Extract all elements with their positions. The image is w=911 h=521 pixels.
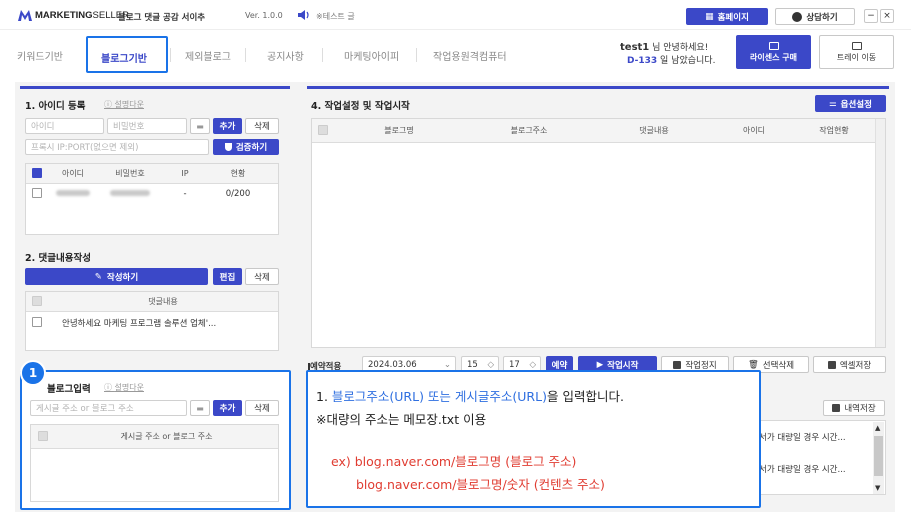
proxy-input[interactable]: 프록시 IP:PORT(없으면 제외) bbox=[25, 139, 209, 155]
tab-marketing-ip[interactable]: 마케팅아이피 bbox=[344, 44, 399, 66]
spinner-icon: ◇ bbox=[529, 359, 536, 370]
edit-button[interactable]: 편집 bbox=[213, 268, 242, 285]
chevron-down-icon: ▼ bbox=[875, 484, 881, 492]
write-button[interactable]: ✎ 작성하기 bbox=[25, 268, 208, 285]
comment-table: 댓글내용 안녕하세요 마케팅 프로그램 솔루션 업체'... bbox=[25, 291, 279, 351]
id-input[interactable]: 아이디 bbox=[25, 118, 104, 134]
select-all-checkbox[interactable] bbox=[32, 167, 42, 178]
work-section-title: 4. 작업설정 및 작업시작 bbox=[311, 101, 410, 112]
options-button[interactable]: ⚌ 옵션설정 bbox=[815, 95, 886, 112]
version-label: Ver. 1.0.0 bbox=[245, 11, 283, 20]
annotation-example-2: blog.naver.com/블로그명/숫자 (컨텐츠 주소) bbox=[356, 477, 605, 492]
close-button[interactable]: × bbox=[880, 9, 894, 23]
app-name: 블로그 댓글 공감 서이추 bbox=[118, 13, 206, 23]
shield-icon bbox=[224, 143, 232, 151]
password-input[interactable]: 비밀번호 bbox=[107, 118, 187, 134]
help-icon: ⓘ bbox=[104, 100, 112, 109]
tab-excluded-blog[interactable]: 제외블로그 bbox=[185, 44, 231, 66]
tab-remote-pc[interactable]: 작업용원격컴퓨터 bbox=[433, 44, 507, 66]
highlight-frame bbox=[20, 370, 291, 510]
tab-notice[interactable]: 공지사항 bbox=[267, 44, 304, 66]
log-save-button[interactable]: 내역저장 bbox=[823, 400, 885, 416]
tab-blog[interactable]: 블로그기반 bbox=[101, 46, 147, 68]
id-delete-button[interactable]: 삭제 bbox=[245, 118, 279, 134]
home-icon: ▦ bbox=[705, 11, 714, 22]
trash-icon: 🗑 bbox=[747, 359, 759, 370]
monitor-icon bbox=[851, 41, 862, 50]
stop-icon bbox=[673, 360, 682, 369]
log-box: 서가 대량일 경우 시간... 서가 대량일 경우 시간... ▲ ▼ bbox=[740, 420, 886, 495]
id-add-button[interactable]: 추가 bbox=[213, 118, 242, 134]
chevron-up-icon: ▲ bbox=[875, 424, 881, 432]
log-line: 서가 대량일 경우 시간... bbox=[759, 465, 846, 475]
logo-icon bbox=[18, 10, 32, 21]
license-icon bbox=[768, 41, 779, 50]
log-line: 서가 대량일 경우 시간... bbox=[759, 433, 846, 443]
table-row[interactable]: - 0/200 bbox=[26, 184, 278, 204]
annotation-line-1: 1. 블로그주소(URL) 또는 게시글주소(URL)을 입력합니다. bbox=[316, 389, 624, 404]
verify-button[interactable]: 검증하기 bbox=[213, 139, 279, 155]
id-table: 아이디 비밀번호 IP 현황 - 0/200 bbox=[25, 163, 279, 235]
work-table-scrollbar[interactable] bbox=[875, 119, 885, 347]
annotation-line-2: ※대량의 주소는 메모장.txt 이용 bbox=[316, 412, 487, 427]
homepage-button[interactable]: ▦ 홈페이지 bbox=[686, 8, 768, 25]
dday-info: D-133 일 남았습니다. bbox=[627, 56, 716, 66]
row-checkbox[interactable] bbox=[32, 316, 42, 327]
save-icon bbox=[827, 360, 836, 369]
row-checkbox[interactable] bbox=[32, 187, 42, 198]
save-icon bbox=[832, 404, 841, 412]
annotation-example-1: ex) blog.naver.com/블로그명 (블로그 주소) bbox=[331, 454, 577, 469]
minimize-button[interactable]: − bbox=[864, 9, 878, 23]
spinner-icon: ◇ bbox=[487, 359, 494, 370]
excel-save-button[interactable]: 엑셀저장 bbox=[813, 356, 886, 373]
sliders-icon: ⚌ bbox=[829, 98, 837, 109]
chevron-down-icon: ⌄ bbox=[443, 359, 451, 370]
log-scrollbar[interactable]: ▲ ▼ bbox=[873, 422, 884, 494]
license-button[interactable]: 라이센스 구매 bbox=[736, 35, 811, 69]
id-help-link[interactable]: ⓘ 설명다운 bbox=[104, 99, 144, 110]
chat-icon bbox=[792, 11, 803, 22]
speaker-icon bbox=[298, 10, 312, 20]
folder-icon[interactable]: ▬ bbox=[190, 118, 210, 134]
step-badge: 1 bbox=[20, 360, 46, 386]
pencil-icon: ✎ bbox=[94, 271, 102, 282]
table-row[interactable]: 안녕하세요 마케팅 프로그램 솔루션 업체'... bbox=[26, 312, 278, 334]
consult-button[interactable]: 상담하기 bbox=[775, 8, 855, 25]
play-icon: ▶ bbox=[596, 359, 604, 370]
comment-select-all[interactable] bbox=[32, 295, 42, 306]
id-section-title: 1. 아이디 등록 bbox=[25, 101, 86, 112]
tab-keyword[interactable]: 키워드기반 bbox=[17, 44, 63, 66]
comment-delete-button[interactable]: 삭제 bbox=[245, 268, 279, 285]
notice-text[interactable]: ※테스트 글 bbox=[316, 11, 355, 22]
work-table: 블로그명 블로그주소 댓글내용 아이디 작업현황 bbox=[311, 118, 886, 348]
tray-button[interactable]: 트레이 이동 bbox=[819, 35, 894, 69]
brand-name: MARKETINGSELLER bbox=[35, 10, 129, 21]
user-greeting: test1 님 안녕하세요! bbox=[620, 42, 709, 53]
comment-section-title: 2. 댓글내용작성 bbox=[25, 253, 91, 264]
work-select-all[interactable] bbox=[318, 124, 328, 135]
